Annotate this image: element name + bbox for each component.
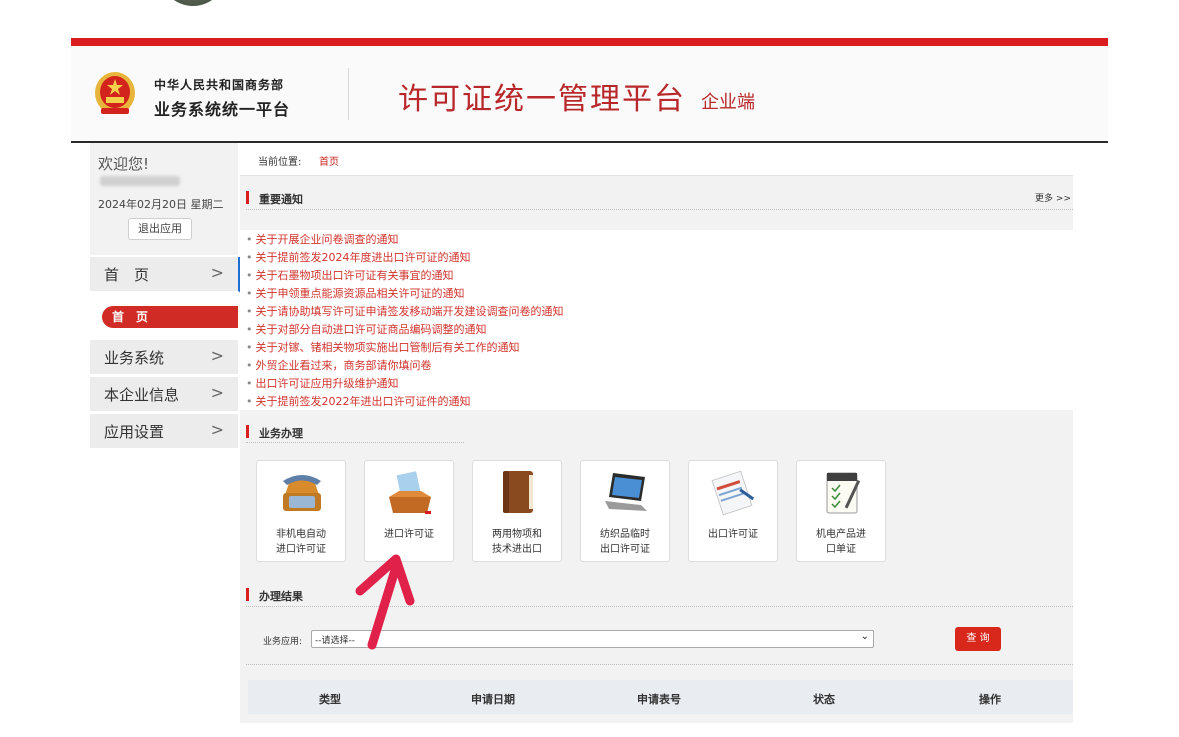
red-arrow-icon [355,554,415,650]
column-header: 申请日期 [471,693,515,706]
section-marker [246,191,249,204]
tile-textile-export-license[interactable]: 纺织品临时 出口许可证 [580,460,670,562]
column-header: 状态 [813,693,835,706]
sidebar-item-label: 首 页 [104,266,150,284]
sidebar: 欢迎您! 2024年02月20日 星期二 退出应用 首 页 > 首 页 业务系统… [90,143,241,723]
results-table-header: 类型 申请日期 申请表号 状态 操作 [248,680,1073,714]
chevron-down-icon: ⌄ [860,631,869,642]
column-header: 操作 [979,693,1001,706]
sidebar-item-label: 本企业信息 [104,386,180,404]
column-header: 申请表号 [637,693,681,706]
business-title: 业务办理 [259,427,303,440]
welcome-panel: 欢迎您! 2024年02月20日 星期二 退出应用 [90,143,238,255]
sidebar-item-label: 业务系统 [104,349,165,367]
tile-label: 出口许可证 [708,529,758,540]
breadcrumb-label: 当前位置: [258,157,302,168]
notice-item[interactable]: • 关于开展企业问卷调查的通知 [246,231,399,247]
org-name-line1: 中华人民共和国商务部 [154,78,285,92]
book-icon [503,471,533,513]
chevron-right-icon: > [210,263,224,282]
breadcrumb-home-link[interactable]: 首页 [319,153,339,168]
notice-item[interactable]: • 关于提前签发2022年进出口许可证件的通知 [246,393,471,409]
section-marker [246,425,249,438]
notice-item[interactable]: • 关于请协助填写许可证申请签发移动端开发建设调查问卷的通知 [246,303,564,319]
query-button[interactable]: 查 询 [955,627,1001,651]
notebook-icon [826,472,861,514]
tile-dual-use-items[interactable]: 两用物项和 技术进出口 [472,460,562,562]
chevron-right-icon: > [210,420,224,439]
divider [246,209,1073,210]
telephone-icon [283,475,321,511]
national-emblem-icon [95,72,135,114]
sidebar-item-company-info[interactable]: 本企业信息 > [90,377,238,413]
sidebar-subitem-home-active[interactable]: 首 页 [102,306,238,328]
sidebar-item-app-settings[interactable]: 应用设置 > [90,414,238,450]
sidebar-item-business-system[interactable]: 业务系统 > [90,340,238,376]
tile-label: 机电产品进 口单证 [816,529,866,555]
current-date: 2024年02月20日 星期二 [98,198,224,211]
tile-label: 进口许可证 [384,529,434,540]
tile-mechanical-import-document[interactable]: 机电产品进 口单证 [796,460,886,562]
platform-subtitle: 企业端 [701,92,755,113]
notice-item[interactable]: • 关于申领重点能源资源品相关许可证的通知 [246,285,465,301]
header-divider [348,68,349,120]
results-title: 办理结果 [259,590,303,603]
username-redacted [100,176,180,186]
tile-label: 非机电自动 进口许可证 [276,529,326,555]
tile-label: 两用物项和 技术进出口 [492,529,542,555]
notice-item[interactable]: • 关于石墨物项出口许可证有关事宜的通知 [246,267,454,283]
inbox-tray-icon [389,471,431,514]
section-marker [246,588,249,601]
notice-item[interactable]: • 关于对部分自动进口许可证商品编码调整的通知 [246,321,487,337]
document-pen-icon [711,470,755,516]
filter-label: 业务应用: [263,637,303,647]
tile-non-mechanical-import-license[interactable]: 非机电自动 进口许可证 [256,460,346,562]
avatar [160,0,226,6]
org-name-line2: 业务系统统一平台 [154,100,291,119]
notice-item[interactable]: • 关于对镓、锗相关物项实施出口管制后有关工作的通知 [246,339,520,355]
breadcrumb: 当前位置: 首页 [240,143,1073,176]
chevron-right-icon: > [210,383,224,402]
platform-title: 许可证统一管理平台 [398,82,686,117]
more-link[interactable]: 更多 >> [1035,191,1071,204]
notice-item[interactable]: • 外贸企业看过来，商务部请你填问卷 [246,357,432,373]
top-red-bar [71,38,1108,46]
tile-export-license[interactable]: 出口许可证 [688,460,778,562]
notices-title: 重要通知 [259,193,303,206]
laptop-icon [605,473,647,511]
notices-list: • 关于开展企业问卷调查的通知 • 关于提前签发2024年度进出口许可证的通知 • 关… [240,230,1073,410]
sidebar-item-label: 应用设置 [104,423,165,441]
tile-label: 纺织品临时 出口许可证 [600,529,650,555]
logout-button[interactable]: 退出应用 [128,218,192,240]
header: 中华人民共和国商务部 业务系统统一平台 许可证统一管理平台 企业端 [71,46,1108,143]
notice-item[interactable]: • 关于提前签发2024年度进出口许可证的通知 [246,249,471,265]
sidebar-item-home[interactable]: 首 页 > [90,257,241,293]
column-header: 类型 [319,693,341,706]
notice-item[interactable]: • 出口许可证应用升级维护通知 [246,375,399,391]
chevron-right-icon: > [210,346,224,365]
divider [246,664,1073,665]
divider [246,442,464,443]
welcome-text: 欢迎您! [98,155,150,173]
